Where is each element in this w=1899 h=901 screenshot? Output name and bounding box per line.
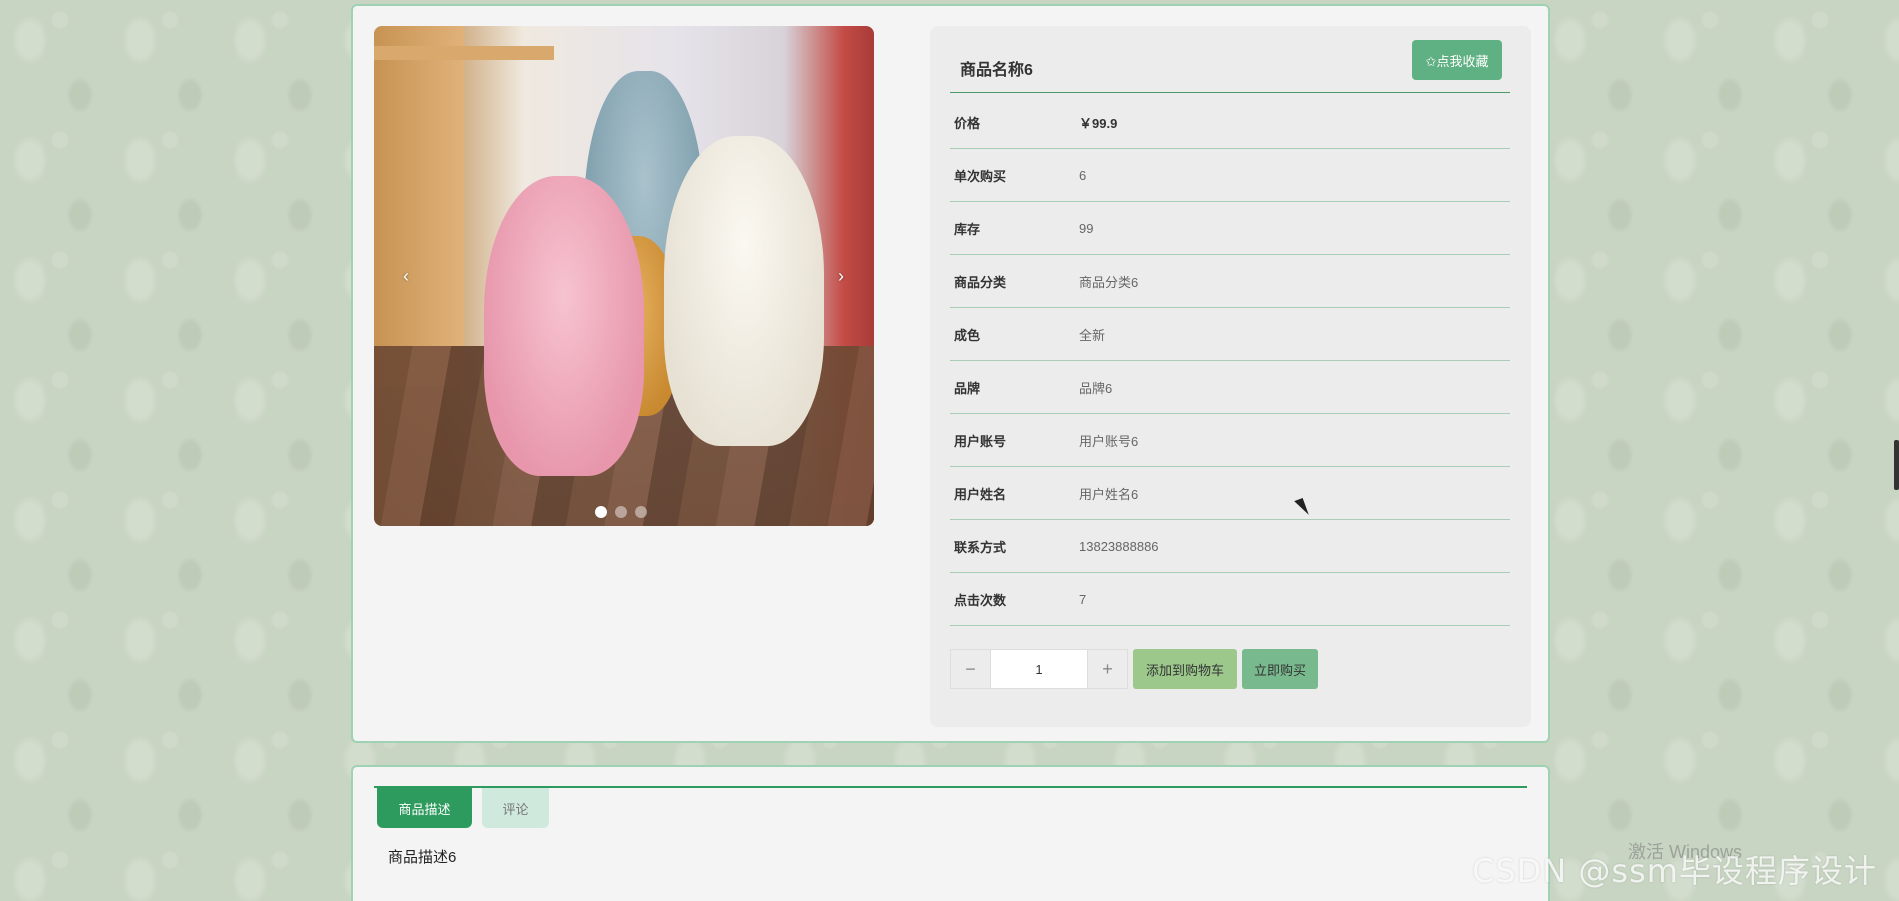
plus-icon[interactable]: + — [1088, 650, 1127, 688]
detail-value: 用户姓名6 — [1079, 486, 1139, 502]
product-header: 商品名称6 ✩点我收藏 — [950, 34, 1510, 93]
pink-llama-toy — [484, 176, 644, 476]
carousel-dot[interactable] — [615, 506, 627, 518]
detail-row-single-purchase: 单次购买 6 — [950, 149, 1510, 202]
detail-row-brand: 品牌 品牌6 — [950, 361, 1510, 414]
carousel-prev-icon[interactable]: ‹ — [396, 264, 416, 288]
tab-description[interactable]: 商品描述 — [377, 788, 472, 828]
detail-value: 商品分类6 — [1079, 274, 1139, 290]
detail-value: 13823888886 — [1079, 538, 1159, 554]
detail-row-user-name: 用户姓名 用户姓名6 — [950, 467, 1510, 520]
product-detail-list: 价格 ￥99.9 单次购买 6 库存 99 商品分类 商品分类6 成色 全新 品… — [950, 96, 1510, 626]
product-info: 商品名称6 ✩点我收藏 价格 ￥99.9 单次购买 6 库存 99 商品分类 商… — [930, 26, 1531, 727]
product-description: 商品描述6 — [388, 849, 457, 866]
product-panel: ‹ › 商品名称6 ✩点我收藏 价格 ￥99.9 单次购买 6 库存 99 商品… — [351, 4, 1550, 743]
carousel-dot[interactable] — [595, 506, 607, 518]
purchase-actions: − + 添加到购物车 立即购买 — [950, 649, 1318, 689]
detail-label: 价格 — [954, 115, 981, 131]
detail-value: ￥99.9 — [1079, 115, 1118, 131]
detail-label: 单次购买 — [954, 168, 1007, 184]
detail-row-contact: 联系方式 13823888886 — [950, 520, 1510, 573]
detail-value: 全新 — [1079, 327, 1106, 343]
buy-now-button[interactable]: 立即购买 — [1242, 649, 1318, 689]
detail-row-user-account: 用户账号 用户账号6 — [950, 414, 1510, 467]
detail-value: 用户账号6 — [1079, 433, 1139, 449]
detail-label: 商品分类 — [954, 274, 1007, 290]
minus-icon[interactable]: − — [951, 650, 990, 688]
carousel-indicators — [595, 506, 647, 518]
detail-label: 成色 — [954, 327, 981, 343]
quantity-input[interactable] — [990, 650, 1088, 688]
carousel-next-icon[interactable]: › — [831, 264, 851, 288]
detail-row-condition: 成色 全新 — [950, 308, 1510, 361]
detail-value: 7 — [1079, 591, 1087, 607]
carousel-image-shelf-board — [374, 46, 554, 60]
detail-row-stock: 库存 99 — [950, 202, 1510, 255]
detail-value: 6 — [1079, 167, 1087, 183]
detail-row-price: 价格 ￥99.9 — [950, 96, 1510, 149]
csdn-watermark: CSDN @ssm毕设程序设计 — [1472, 852, 1877, 890]
scrollbar-handle[interactable] — [1894, 440, 1899, 490]
white-llama-toy — [664, 136, 824, 446]
quantity-stepper: − + — [950, 649, 1128, 689]
detail-row-category: 商品分类 商品分类6 — [950, 255, 1510, 308]
detail-label: 用户姓名 — [954, 486, 1007, 502]
detail-label: 库存 — [954, 221, 981, 237]
favorite-button[interactable]: ✩点我收藏 — [1412, 40, 1502, 80]
detail-value: 品牌6 — [1079, 380, 1113, 396]
detail-label: 点击次数 — [954, 592, 1007, 608]
carousel-dot[interactable] — [635, 506, 647, 518]
detail-label: 用户账号 — [954, 433, 1007, 449]
product-title: 商品名称6 — [960, 62, 1033, 79]
product-image-carousel[interactable]: ‹ › — [374, 26, 874, 526]
add-to-cart-button[interactable]: 添加到购物车 — [1133, 649, 1237, 689]
detail-row-click-count: 点击次数 7 — [950, 573, 1510, 626]
tab-comments[interactable]: 评论 — [482, 788, 549, 828]
product-tabs-panel: 商品描述 评论 商品描述6 — [351, 765, 1550, 901]
detail-label: 联系方式 — [954, 539, 1007, 555]
detail-value: 99 — [1079, 220, 1094, 236]
detail-label: 品牌 — [954, 380, 981, 396]
carousel-image-shelf — [374, 26, 464, 386]
